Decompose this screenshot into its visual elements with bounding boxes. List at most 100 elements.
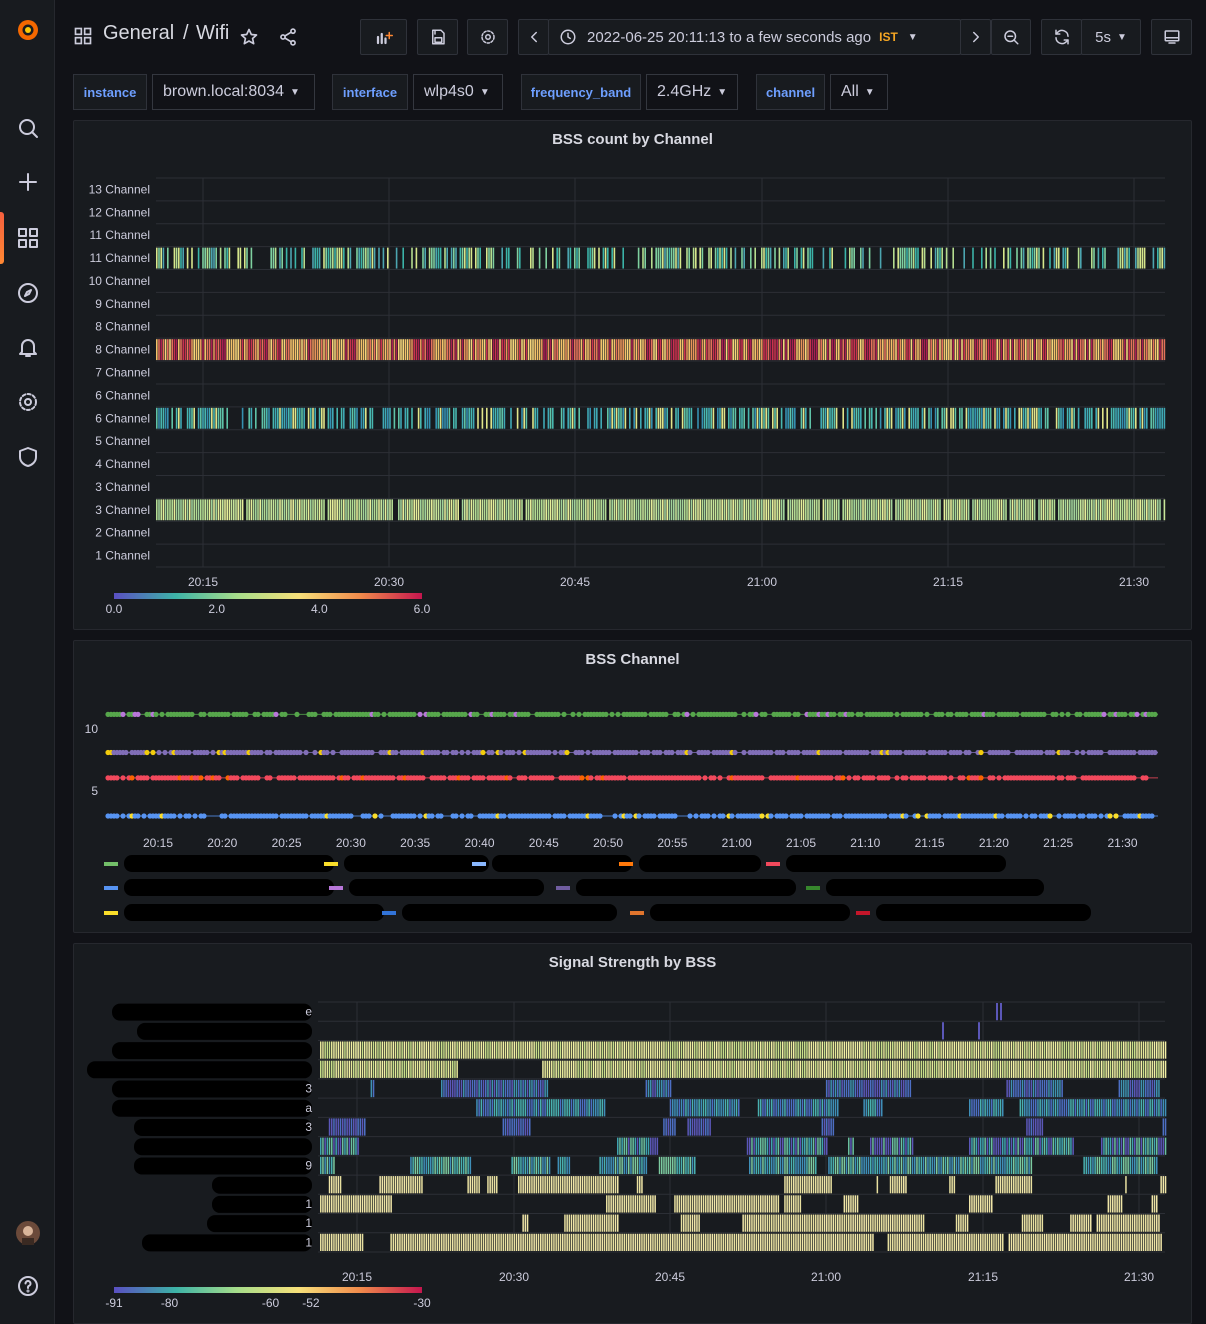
heat-cell (409, 339, 411, 361)
variable-select-interface[interactable]: wlp4s0 ▼ (413, 74, 503, 110)
heat-cell (914, 1041, 916, 1059)
add-panel-button[interactable] (360, 19, 407, 55)
heat-cell (911, 1137, 914, 1155)
heat-cell (1079, 1214, 1081, 1232)
heat-cell (444, 339, 446, 361)
star-icon[interactable] (239, 27, 259, 52)
dashboards-icon[interactable] (12, 222, 43, 253)
heat-cell (369, 247, 371, 269)
panel-bss-count-by-channel[interactable]: BSS count by Channel 13 Channel 12 Channe… (73, 120, 1192, 630)
heat-cell (460, 1156, 463, 1175)
heat-cell (806, 1137, 808, 1155)
heat-cell (738, 1195, 740, 1213)
server-admin-shield-icon[interactable] (12, 441, 43, 472)
heat-cell (416, 1060, 419, 1078)
save-dashboard-button[interactable] (417, 19, 458, 55)
heat-cell (797, 1137, 799, 1155)
heat-cell (736, 339, 739, 361)
heat-cell (885, 1079, 887, 1098)
heat-cell (549, 499, 552, 521)
heat-cell (760, 1214, 762, 1232)
heat-cell (518, 1041, 520, 1059)
heat-cell (621, 1156, 623, 1175)
heat-cell (1016, 499, 1018, 521)
heat-cell (639, 1233, 641, 1251)
heat-cell (999, 1176, 1002, 1194)
panel-signal-strength-by-bss[interactable]: Signal Strength by BSS 20:15 20:30 20:45 21… (73, 943, 1192, 1324)
heat-cell (421, 1176, 423, 1194)
heat-cell (381, 1195, 384, 1213)
heat-cell (1076, 1099, 1079, 1117)
heat-cell (815, 1176, 817, 1194)
heat-cell (683, 1099, 685, 1117)
heat-cell (557, 1041, 560, 1059)
help-icon[interactable] (12, 1270, 43, 1301)
heat-cell (397, 1233, 399, 1251)
heat-cell (595, 1176, 597, 1194)
heat-cell (883, 1060, 885, 1078)
heat-cell (453, 247, 455, 269)
grafana-logo-icon[interactable] (12, 14, 43, 45)
heat-cell (921, 339, 924, 361)
heat-cell (408, 1233, 410, 1251)
data-point (561, 711, 567, 717)
heat-cell (835, 499, 838, 521)
heat-cell (769, 499, 772, 521)
variable-select-channel[interactable]: All ▼ (830, 74, 888, 110)
heat-cell (359, 1060, 362, 1078)
heat-cell (607, 407, 609, 429)
refresh-button[interactable] (1041, 19, 1082, 55)
heat-cell (751, 1195, 753, 1213)
heat-cell (773, 1060, 775, 1078)
heat-cell (342, 1195, 344, 1213)
configuration-gear-icon[interactable] (12, 386, 43, 417)
panel-bss-channel[interactable]: BSS Channel 10 5 20:15 20:20 20:25 20:30 20:35… (73, 640, 1192, 933)
variable-select-frequency-band[interactable]: 2.4GHz ▼ (646, 74, 738, 110)
heat-cell (577, 1041, 579, 1059)
heat-cell (494, 407, 497, 429)
dashboard-settings-button[interactable] (467, 19, 508, 55)
heat-cell (892, 1156, 894, 1175)
heat-cell (705, 1195, 707, 1213)
heat-cell (804, 1041, 806, 1059)
zoom-out-button[interactable] (991, 19, 1031, 55)
heat-cell (546, 1156, 549, 1175)
heat-cell (410, 1060, 412, 1078)
heat-cell (1055, 339, 1058, 361)
create-plus-icon[interactable] (12, 166, 43, 197)
heat-cell (879, 499, 882, 521)
user-avatar[interactable] (12, 1217, 43, 1248)
heat-cell (1024, 1099, 1026, 1117)
data-point (282, 711, 288, 717)
heat-cell (412, 1156, 414, 1175)
heat-cell (729, 1099, 731, 1117)
heat-cell (1046, 1041, 1048, 1059)
heat-cell (896, 1060, 898, 1078)
heat-cell (635, 407, 638, 429)
heat-cell (977, 1137, 980, 1155)
variable-select-instance[interactable]: brown.local:8034 ▼ (152, 74, 315, 110)
heat-cell (900, 1176, 903, 1194)
heat-cell (827, 499, 829, 521)
alerting-bell-icon[interactable] (12, 331, 43, 362)
breadcrumb-dashboard[interactable]: Wifi (196, 22, 229, 45)
heat-cell (756, 499, 759, 521)
heat-cell (350, 1118, 353, 1136)
heat-cell (636, 1137, 639, 1155)
explore-compass-icon[interactable] (12, 277, 43, 308)
heat-cell (926, 499, 928, 521)
heat-cell (1026, 1214, 1028, 1232)
heat-cell (562, 1099, 564, 1117)
heat-cell (1070, 1214, 1072, 1232)
data-point (345, 775, 351, 781)
tv-mode-button[interactable] (1151, 19, 1192, 55)
heat-cell (764, 1195, 766, 1213)
share-icon[interactable] (278, 27, 298, 52)
refresh-interval-picker[interactable]: 5s ▼ (1081, 19, 1141, 55)
time-range-picker[interactable]: 2022-06-25 20:11:13 to a few seconds ago… (548, 19, 961, 55)
time-shift-back-button[interactable] (518, 19, 549, 55)
breadcrumb-folder[interactable]: General (103, 22, 174, 45)
heat-cell (337, 1060, 340, 1078)
search-icon[interactable] (12, 112, 43, 143)
time-shift-forward-button[interactable] (960, 19, 991, 55)
